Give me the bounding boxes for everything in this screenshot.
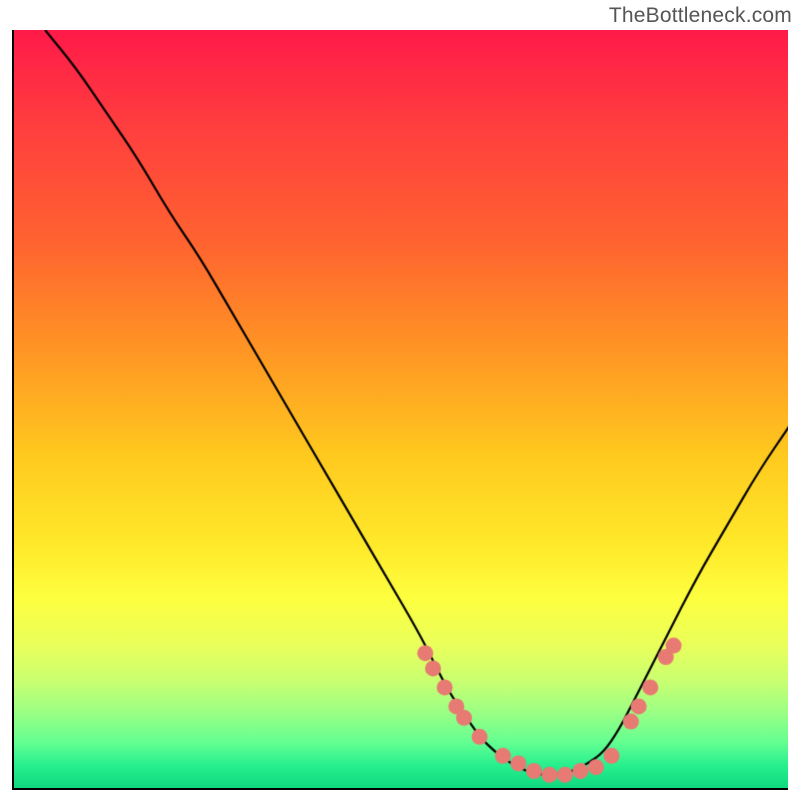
watermark-text: TheBottleneck.com bbox=[609, 4, 792, 28]
chart-plot-area bbox=[12, 30, 788, 790]
chart-line-canvas bbox=[14, 30, 788, 790]
